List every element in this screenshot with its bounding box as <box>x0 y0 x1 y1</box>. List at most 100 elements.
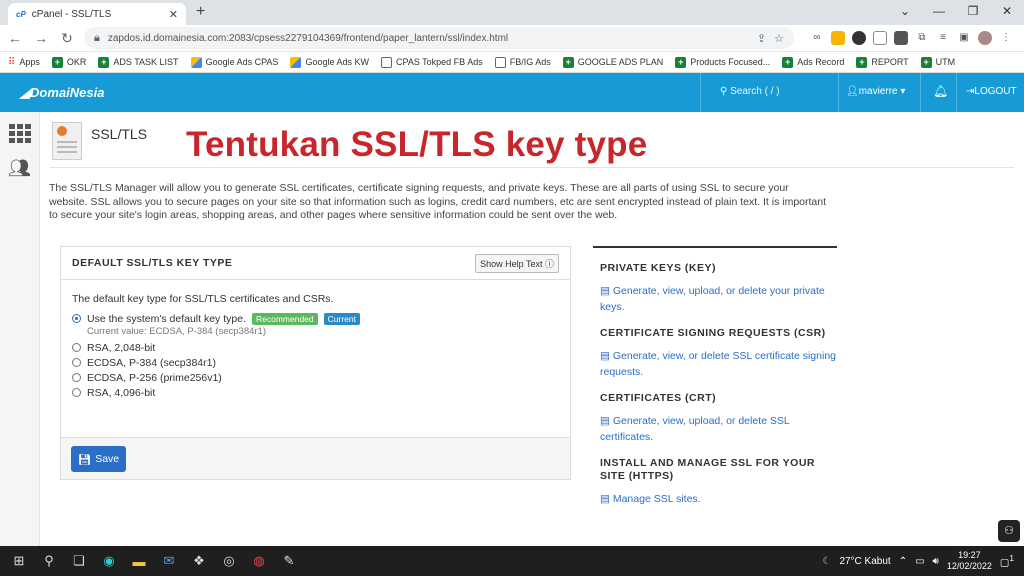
key-type-option-default[interactable]: Use the system's default key type. Recom… <box>72 311 559 326</box>
manage-ssl-link[interactable]: ▤ Manage SSL sites. <box>600 492 837 508</box>
bookmark-item[interactable]: + OKR <box>51 56 86 68</box>
panel-footer <box>61 437 570 479</box>
forward-icon[interactable]: → <box>32 30 50 46</box>
search-icon: ⚲ <box>720 86 731 97</box>
address-bar-row: ← → ↻ 🔒︎ zapdos.id.domainesia.com:2083/c… <box>0 25 1024 52</box>
volume-icon[interactable]: 🔊︎ <box>933 556 939 567</box>
logout-button[interactable]: ⇥LOGOUT <box>966 86 1017 97</box>
sheets-icon: + <box>856 56 868 68</box>
extensions-area: ∞ ⧉ ≡ ▣ ⋮ <box>810 31 1013 45</box>
close-tab-icon[interactable]: ✕ <box>169 8 178 21</box>
annotation-heading: Tentukan SSL/TLS key type <box>186 125 648 164</box>
extension-link-icon[interactable]: ∞ <box>810 31 824 45</box>
profile-avatar[interactable] <box>978 31 992 45</box>
cpanel-favicon-icon: cP <box>16 9 26 19</box>
browser-menu-icon[interactable]: ⋮ <box>999 31 1013 45</box>
csr-link[interactable]: ▤ Generate, view, or delete SSL certific… <box>600 349 837 380</box>
google-ads-icon <box>190 56 202 68</box>
bookmark-item[interactable]: + REPORT <box>856 56 909 68</box>
minimize-icon[interactable]: — <box>922 0 956 25</box>
default-key-type-panel: DEFAULT SSL/TLS KEY TYPE Show Help Text … <box>60 246 571 480</box>
paint-icon[interactable]: ✎ <box>274 553 304 569</box>
share-icon[interactable]: ⇪ <box>757 32 766 45</box>
bookmark-item[interactable]: FB/IG Ads <box>494 56 551 68</box>
panel-title: DEFAULT SSL/TLS KEY TYPE <box>72 257 233 269</box>
intro-text: The SSL/TLS Manager will allow you to ge… <box>49 182 827 221</box>
file-explorer-icon[interactable]: ▬ <box>124 554 154 569</box>
radio-button[interactable] <box>72 373 81 382</box>
new-tab-icon[interactable]: + <box>196 3 205 21</box>
divider <box>50 167 1014 168</box>
private-keys-link[interactable]: ▤ Generate, view, upload, or delete your… <box>600 284 837 315</box>
radio-button[interactable] <box>72 343 81 352</box>
weather-text[interactable]: 27°C Kabut <box>839 556 890 567</box>
reading-list-icon[interactable]: ≡ <box>936 31 950 45</box>
url-field[interactable]: 🔒︎ zapdos.id.domainesia.com:2083/cpsess2… <box>84 27 794 49</box>
mail-icon[interactable]: ✉ <box>154 553 184 569</box>
radio-button[interactable] <box>72 358 81 367</box>
bookmark-item[interactable]: + Products Focused... <box>675 56 770 68</box>
extension-analytics-icon[interactable] <box>831 31 845 45</box>
bookmark-item[interactable]: Google Ads KW <box>290 56 369 68</box>
extension-k-icon[interactable] <box>852 31 866 45</box>
sheets-icon: + <box>562 56 574 68</box>
folder-icon <box>494 56 506 68</box>
clock[interactable]: 19:27 12/02/2022 <box>947 550 992 572</box>
tab-search-icon[interactable]: ⌄ <box>888 0 922 25</box>
panel-header: DEFAULT SSL/TLS KEY TYPE Show Help Text … <box>61 247 570 280</box>
bookmark-star-icon[interactable]: ☆ <box>774 32 784 45</box>
radio-default[interactable] <box>72 314 81 323</box>
cpanel-search[interactable]: ⚲ Search ( / ) <box>720 86 780 97</box>
restore-icon[interactable]: ❐ <box>956 0 990 25</box>
url-text[interactable]: zapdos.id.domainesia.com:2083/cpsess2279… <box>108 33 749 44</box>
notifications-icon[interactable]: ▢1 <box>1000 553 1014 568</box>
extension-fb-icon[interactable] <box>894 31 908 45</box>
crt-link[interactable]: ▤ Generate, view, upload, or delete SSL … <box>600 414 837 445</box>
private-keys-heading: PRIVATE KEYS (KEY) <box>600 262 716 274</box>
radio-button[interactable] <box>72 388 81 397</box>
user-menu[interactable]: 👤︎mavierre ▾ <box>846 86 905 97</box>
network-icon[interactable]: ▭ <box>915 556 924 567</box>
key-type-option[interactable]: RSA, 2,048-bit <box>72 340 559 355</box>
extension-g-icon[interactable] <box>873 31 887 45</box>
domainesia-logo[interactable]: ◢DomaiNesia <box>20 85 104 101</box>
bookmark-item[interactable]: + ADS TASK LIST <box>98 56 179 68</box>
divider <box>956 73 957 112</box>
task-view-icon[interactable]: ❏ <box>64 553 94 569</box>
bookmark-item[interactable]: Google Ads CPAS <box>190 56 278 68</box>
accessibility-icon[interactable]: ⚇ <box>998 520 1020 542</box>
bookmark-item[interactable]: CPAS Tokped FB Ads <box>380 56 483 68</box>
back-icon[interactable]: ← <box>6 30 24 46</box>
browser-tab[interactable]: cP cPanel - SSL/TLS ✕ <box>8 3 186 25</box>
dropbox-icon[interactable]: ❖ <box>184 553 214 569</box>
reload-icon[interactable]: ↻ <box>58 30 76 47</box>
bookmark-item[interactable]: + GOOGLE ADS PLAN <box>562 56 663 68</box>
bookmark-apps[interactable]: ⠿ Apps <box>8 57 40 68</box>
search-icon[interactable]: ⚲ <box>34 553 64 569</box>
browser-tab-bar: cP cPanel - SSL/TLS ✕ + ⌄ — ❐ ✕ <box>0 0 1024 25</box>
bookmark-item[interactable]: + UTM <box>920 56 955 68</box>
chrome-icon[interactable]: ◍ <box>244 553 274 569</box>
close-window-icon[interactable]: ✕ <box>990 0 1024 25</box>
side-panel-icon[interactable]: ▣ <box>957 31 971 45</box>
sheets-icon: + <box>782 56 794 68</box>
key-type-option[interactable]: RSA, 4,096-bit <box>72 385 559 400</box>
extensions-puzzle-icon[interactable]: ⧉ <box>915 31 929 45</box>
windows-start-icon[interactable]: ⊞ <box>4 553 34 569</box>
document-icon: ▤ <box>600 350 613 362</box>
home-grid-icon[interactable] <box>9 124 31 143</box>
bell-icon[interactable]: 🔔︎ <box>933 84 948 98</box>
folder-icon <box>380 56 392 68</box>
users-icon[interactable]: 👥︎ <box>8 158 31 179</box>
edge-icon[interactable]: ◉ <box>94 553 124 569</box>
install-ssl-heading: INSTALL AND MANAGE SSL FOR YOUR SITE (HT… <box>600 457 816 482</box>
save-button[interactable]: 💾︎ Save <box>71 446 126 472</box>
bookmark-item[interactable]: + Ads Record <box>782 56 844 68</box>
github-icon[interactable]: ◎ <box>214 553 244 569</box>
key-type-option[interactable]: ECDSA, P-256 (prime256v1) <box>72 370 559 385</box>
chevron-up-icon[interactable]: ⌃ <box>899 556 907 567</box>
cpanel-sidebar: 👥︎ <box>0 112 40 546</box>
lock-icon[interactable]: 🔒︎ <box>94 32 100 45</box>
show-help-text-button[interactable]: Show Help Text ⓘ <box>475 253 559 273</box>
key-type-option[interactable]: ECDSA, P-384 (secp384r1) <box>72 355 559 370</box>
